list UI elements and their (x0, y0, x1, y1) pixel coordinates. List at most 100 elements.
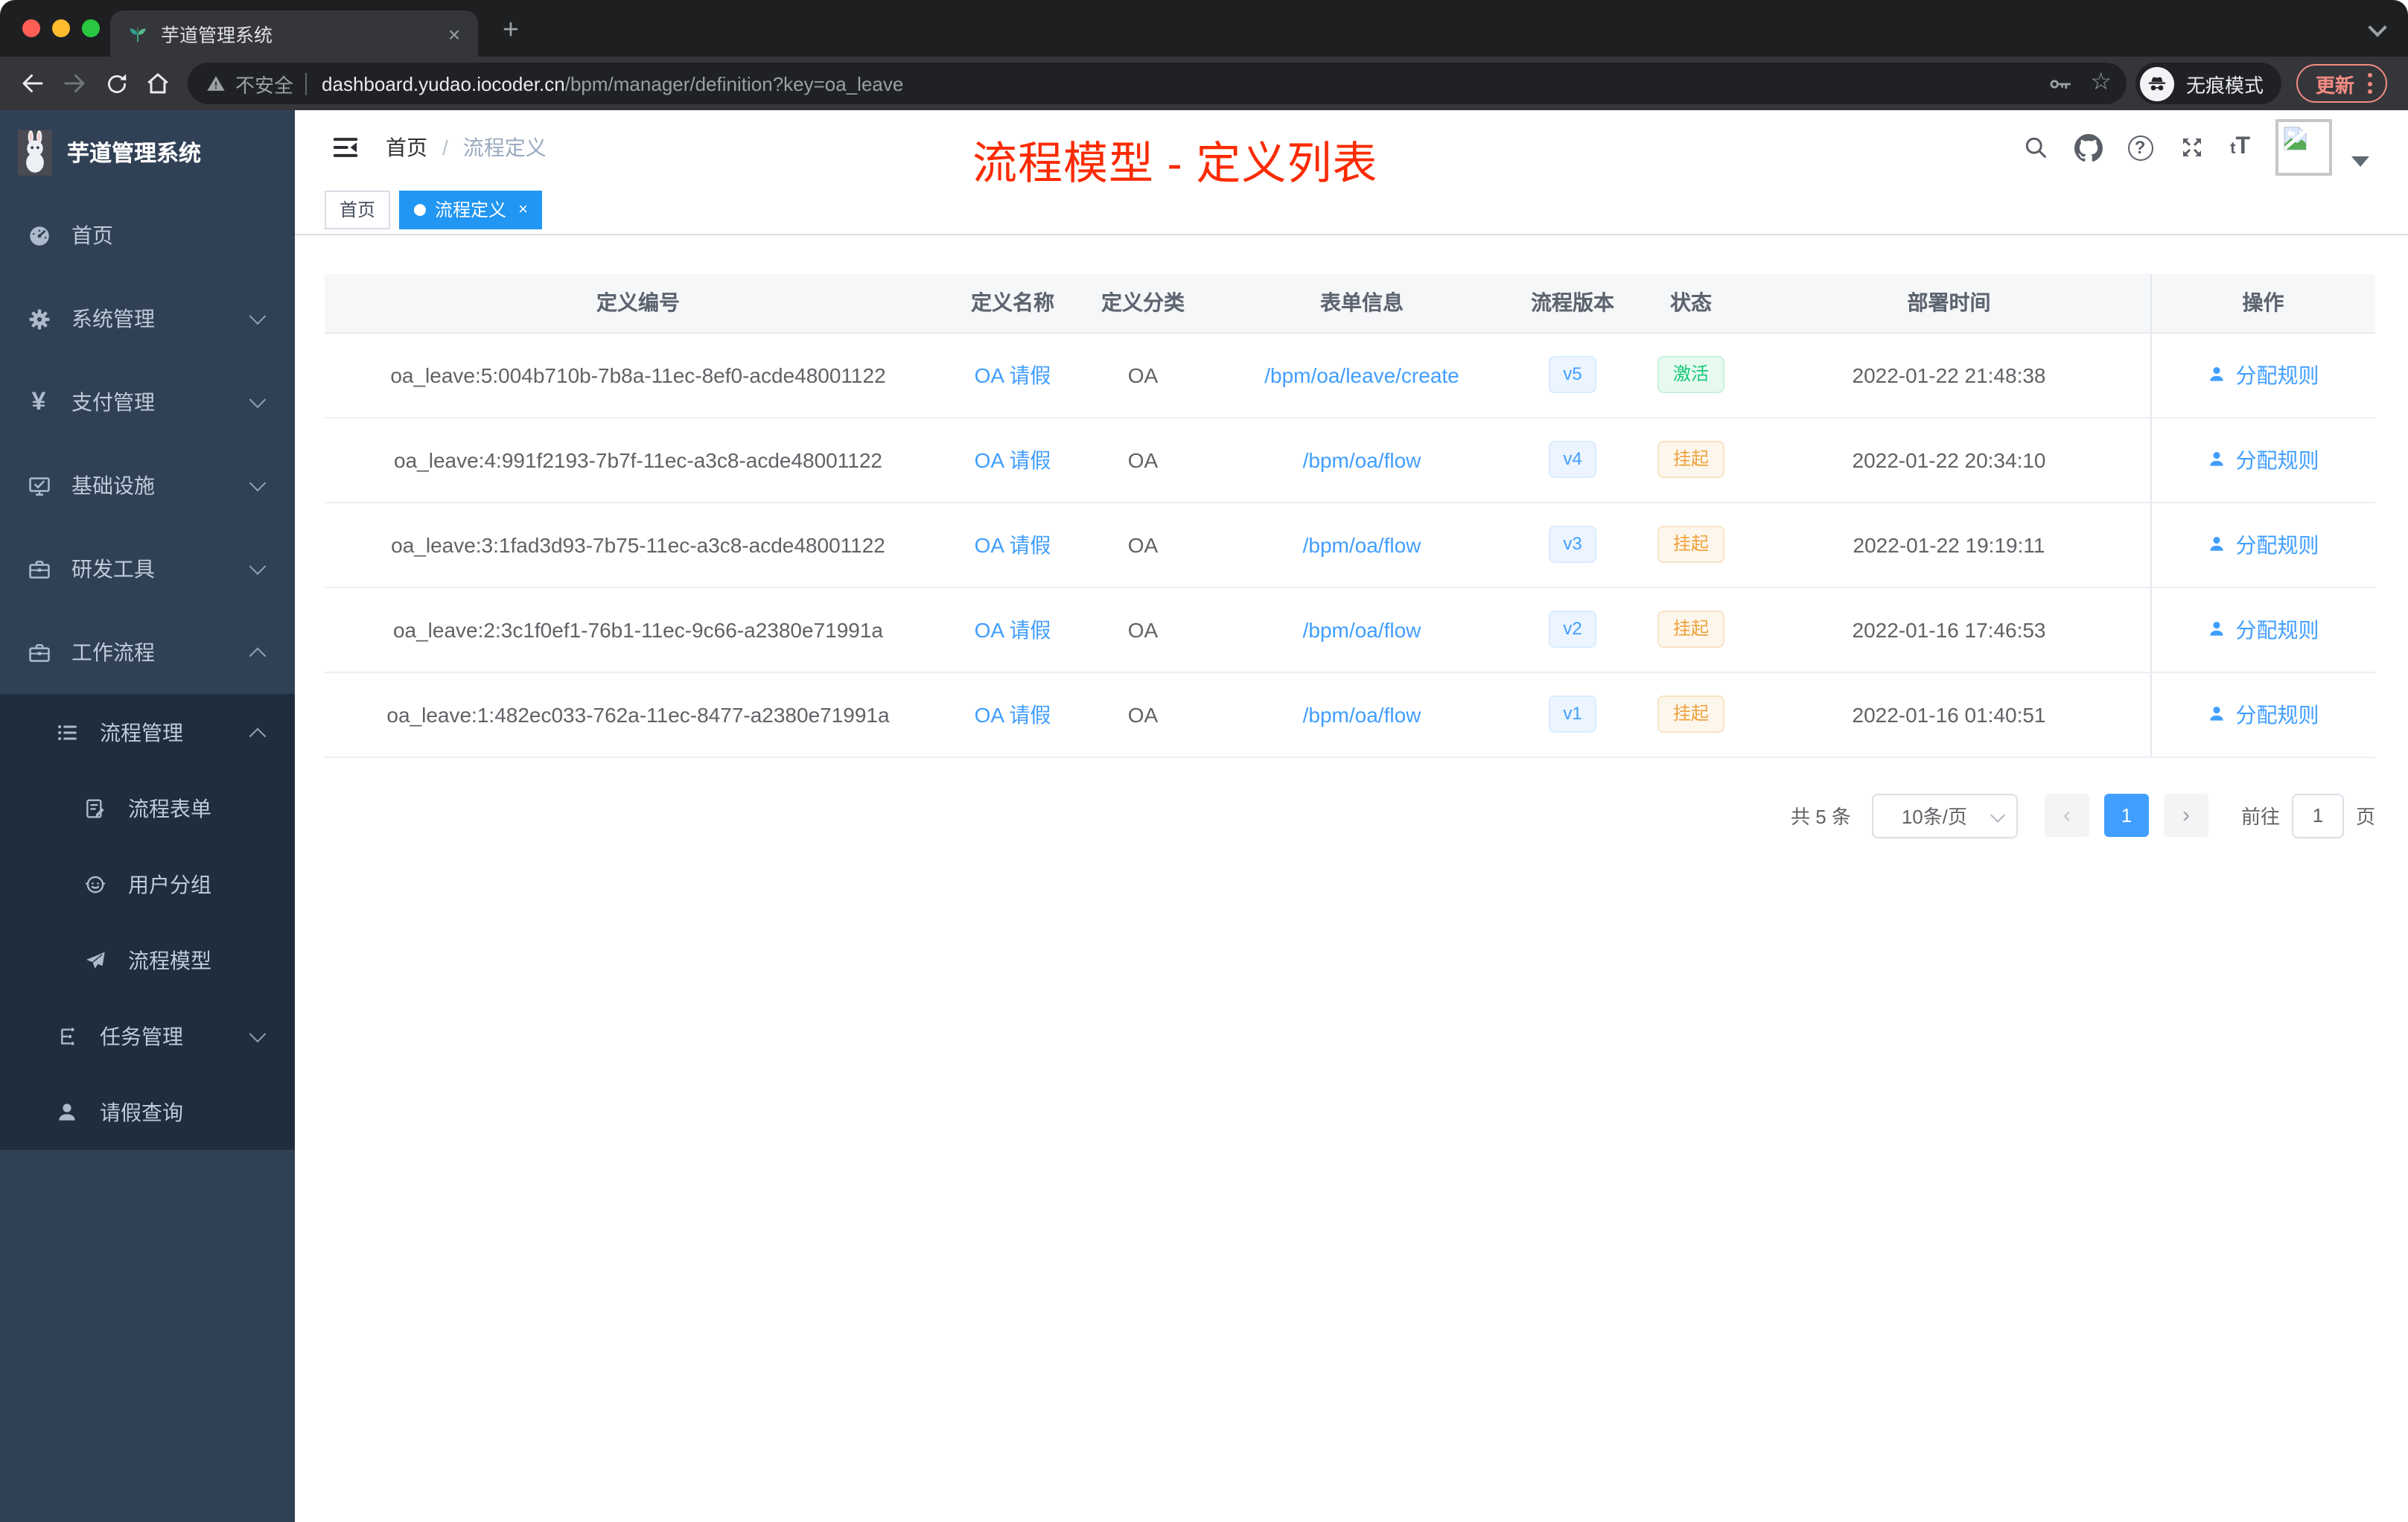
sidebar-item-label: 首页 (71, 223, 113, 247)
sidebar-item-workflow[interactable]: 工作流程 (0, 611, 295, 694)
dashboard-icon (25, 223, 52, 248)
tab-title: 芋道管理系统 (161, 25, 273, 46)
url-path: /bpm/manager/definition?key=oa_leave (564, 72, 904, 95)
back-button[interactable] (12, 63, 54, 104)
github-icon[interactable] (2074, 133, 2103, 162)
breadcrumb: 首页 / 流程定义 (386, 133, 547, 162)
tag-home[interactable]: 首页 (325, 190, 391, 229)
assign-rule-button[interactable]: 分配规则 (2208, 529, 2319, 559)
address-bar[interactable]: 不安全 dashboard.yudao.iocoder.cn /bpm/mana… (188, 63, 2127, 104)
browser-tab[interactable]: 芋道管理系统 × (110, 10, 478, 57)
assign-rule-button[interactable]: 分配规则 (2208, 614, 2319, 644)
sidebar-collapse-icon[interactable] (331, 133, 360, 162)
content-area: 定义编号 定义名称 定义分类 表单信息 流程版本 状态 部署时间 操作 oa_l (295, 235, 2408, 1522)
navbar: 首页 / 流程定义 流程模型 - 定义列表 ? tT (295, 110, 2408, 189)
next-page-button[interactable]: › (2163, 794, 2208, 837)
forward-button[interactable] (54, 63, 95, 104)
main-panel: 首页 / 流程定义 流程模型 - 定义列表 ? tT 首页 流程定义 × 定义编… (295, 110, 2408, 1522)
password-key-icon[interactable] (2047, 71, 2072, 96)
assign-rule-button[interactable]: 分配规则 (2208, 360, 2319, 389)
incognito-label: 无痕模式 (2185, 74, 2264, 96)
assign-rule-button[interactable]: 分配规则 (2208, 699, 2319, 729)
tag-close-icon[interactable]: × (518, 200, 528, 218)
sidebar-item-task-management[interactable]: 任务管理 (0, 998, 295, 1074)
search-icon[interactable] (2022, 134, 2048, 161)
new-tab-button[interactable]: + (491, 12, 530, 51)
tab-search-chevron-icon[interactable] (2368, 18, 2387, 37)
fullscreen-icon[interactable] (2178, 134, 2205, 161)
avatar[interactable] (2275, 119, 2332, 176)
sidebar-item-system[interactable]: 系统管理 (0, 277, 295, 360)
traffic-light-maximize-button[interactable] (82, 19, 100, 37)
sidebar-item-process-form[interactable]: 流程表单 (0, 770, 295, 846)
breadcrumb-current: 流程定义 (462, 136, 547, 159)
table-row: oa_leave:4:991f2193-7b7f-11ec-a3c8-acde4… (325, 417, 2375, 503)
status-badge: 激活 (1657, 356, 1724, 393)
window-controls (22, 19, 100, 37)
sidebar-item-leave-query[interactable]: 请假查询 (0, 1074, 295, 1150)
paper-plane-icon (82, 948, 109, 972)
sidebar-logo[interactable]: 芋道管理系统 (0, 110, 295, 194)
tab-close-icon[interactable]: × (442, 22, 466, 45)
cell-deploy-time: 2022-01-22 19:19:11 (1748, 502, 2150, 588)
security-warning-icon[interactable] (206, 73, 226, 94)
form-link[interactable]: /bpm/oa/flow (1303, 617, 1421, 641)
traffic-light-minimize-button[interactable] (52, 19, 70, 37)
sidebar-item-infrastructure[interactable]: 基础设施 (0, 444, 295, 527)
browser-menu-kebab-icon[interactable] (2368, 73, 2372, 94)
chevron-down-icon (249, 1025, 267, 1042)
home-button[interactable] (137, 63, 179, 104)
version-badge: v2 (1548, 611, 1597, 648)
logo-avatar (18, 129, 52, 175)
form-link[interactable]: /bpm/oa/leave/create (1264, 363, 1459, 386)
table-row: oa_leave:2:3c1f0ef1-76b1-11ec-9c66-a2380… (325, 587, 2375, 672)
form-link[interactable]: /bpm/oa/flow (1303, 448, 1421, 471)
update-label: 更新 (2315, 74, 2354, 96)
definition-name-link[interactable]: OA 请假 (975, 363, 1051, 386)
definition-name-link[interactable]: OA 请假 (975, 448, 1051, 471)
form-edit-icon (82, 796, 109, 820)
sidebar-item-label: 研发工具 (71, 557, 155, 581)
security-label[interactable]: 不安全 (235, 69, 293, 98)
definition-name-link[interactable]: OA 请假 (975, 617, 1051, 641)
version-badge: v4 (1548, 441, 1597, 478)
breadcrumb-home[interactable]: 首页 (386, 133, 427, 162)
reload-button[interactable] (95, 63, 137, 104)
cell-definition-id: oa_leave:5:004b710b-7b8a-11ec-8ef0-acde4… (325, 332, 952, 418)
text-size-icon[interactable]: tT (2230, 135, 2250, 159)
sidebar-item-dev-tools[interactable]: 研发工具 (0, 527, 295, 611)
form-link[interactable]: /bpm/oa/flow (1303, 702, 1421, 726)
tag-label: 首页 (340, 200, 376, 220)
traffic-light-close-button[interactable] (22, 19, 40, 37)
active-tag-dot (414, 203, 427, 215)
sidebar-item-user-group[interactable]: 用户分组 (0, 846, 295, 922)
sidebar-item-label: 系统管理 (71, 307, 155, 331)
sidebar-item-home[interactable]: 首页 (0, 194, 295, 277)
avatar-dropdown-caret-icon[interactable] (2351, 156, 2369, 166)
bookmark-star-icon[interactable]: ☆ (2090, 71, 2112, 95)
sidebar-item-process-model[interactable]: 流程模型 (0, 922, 295, 998)
sidebar-item-payment[interactable]: ¥ 支付管理 (0, 360, 295, 444)
annotation-overlay-text: 流程模型 - 定义列表 (972, 140, 1378, 189)
form-link[interactable]: /bpm/oa/flow (1303, 532, 1421, 556)
definition-name-link[interactable]: OA 请假 (975, 532, 1051, 556)
sidebar-item-label: 任务管理 (100, 1024, 183, 1048)
user-icon (2210, 537, 2224, 551)
assign-rule-button[interactable]: 分配规则 (2208, 445, 2319, 474)
sidebar-item-process-management[interactable]: 流程管理 (0, 694, 295, 770)
org-tree-icon (54, 1024, 80, 1048)
header-form-info: 表单信息 (1212, 274, 1512, 333)
page-size-select[interactable]: 10条/页 (1871, 793, 2018, 838)
cell-deploy-time: 2022-01-22 20:34:10 (1748, 417, 2150, 503)
prev-page-button[interactable]: ‹ (2044, 794, 2089, 837)
sidebar-item-label: 流程表单 (128, 796, 211, 820)
current-page-button[interactable]: 1 (2103, 794, 2149, 837)
help-icon[interactable]: ? (2127, 135, 2153, 160)
tag-process-definition[interactable]: 流程定义 × (399, 190, 543, 229)
header-status: 状态 (1634, 274, 1748, 333)
gear-icon (25, 306, 52, 331)
header-actions: 操作 (2150, 274, 2375, 333)
definition-name-link[interactable]: OA 请假 (975, 702, 1051, 726)
update-button[interactable]: 更新 (2296, 64, 2387, 103)
goto-page-input[interactable] (2291, 793, 2344, 838)
